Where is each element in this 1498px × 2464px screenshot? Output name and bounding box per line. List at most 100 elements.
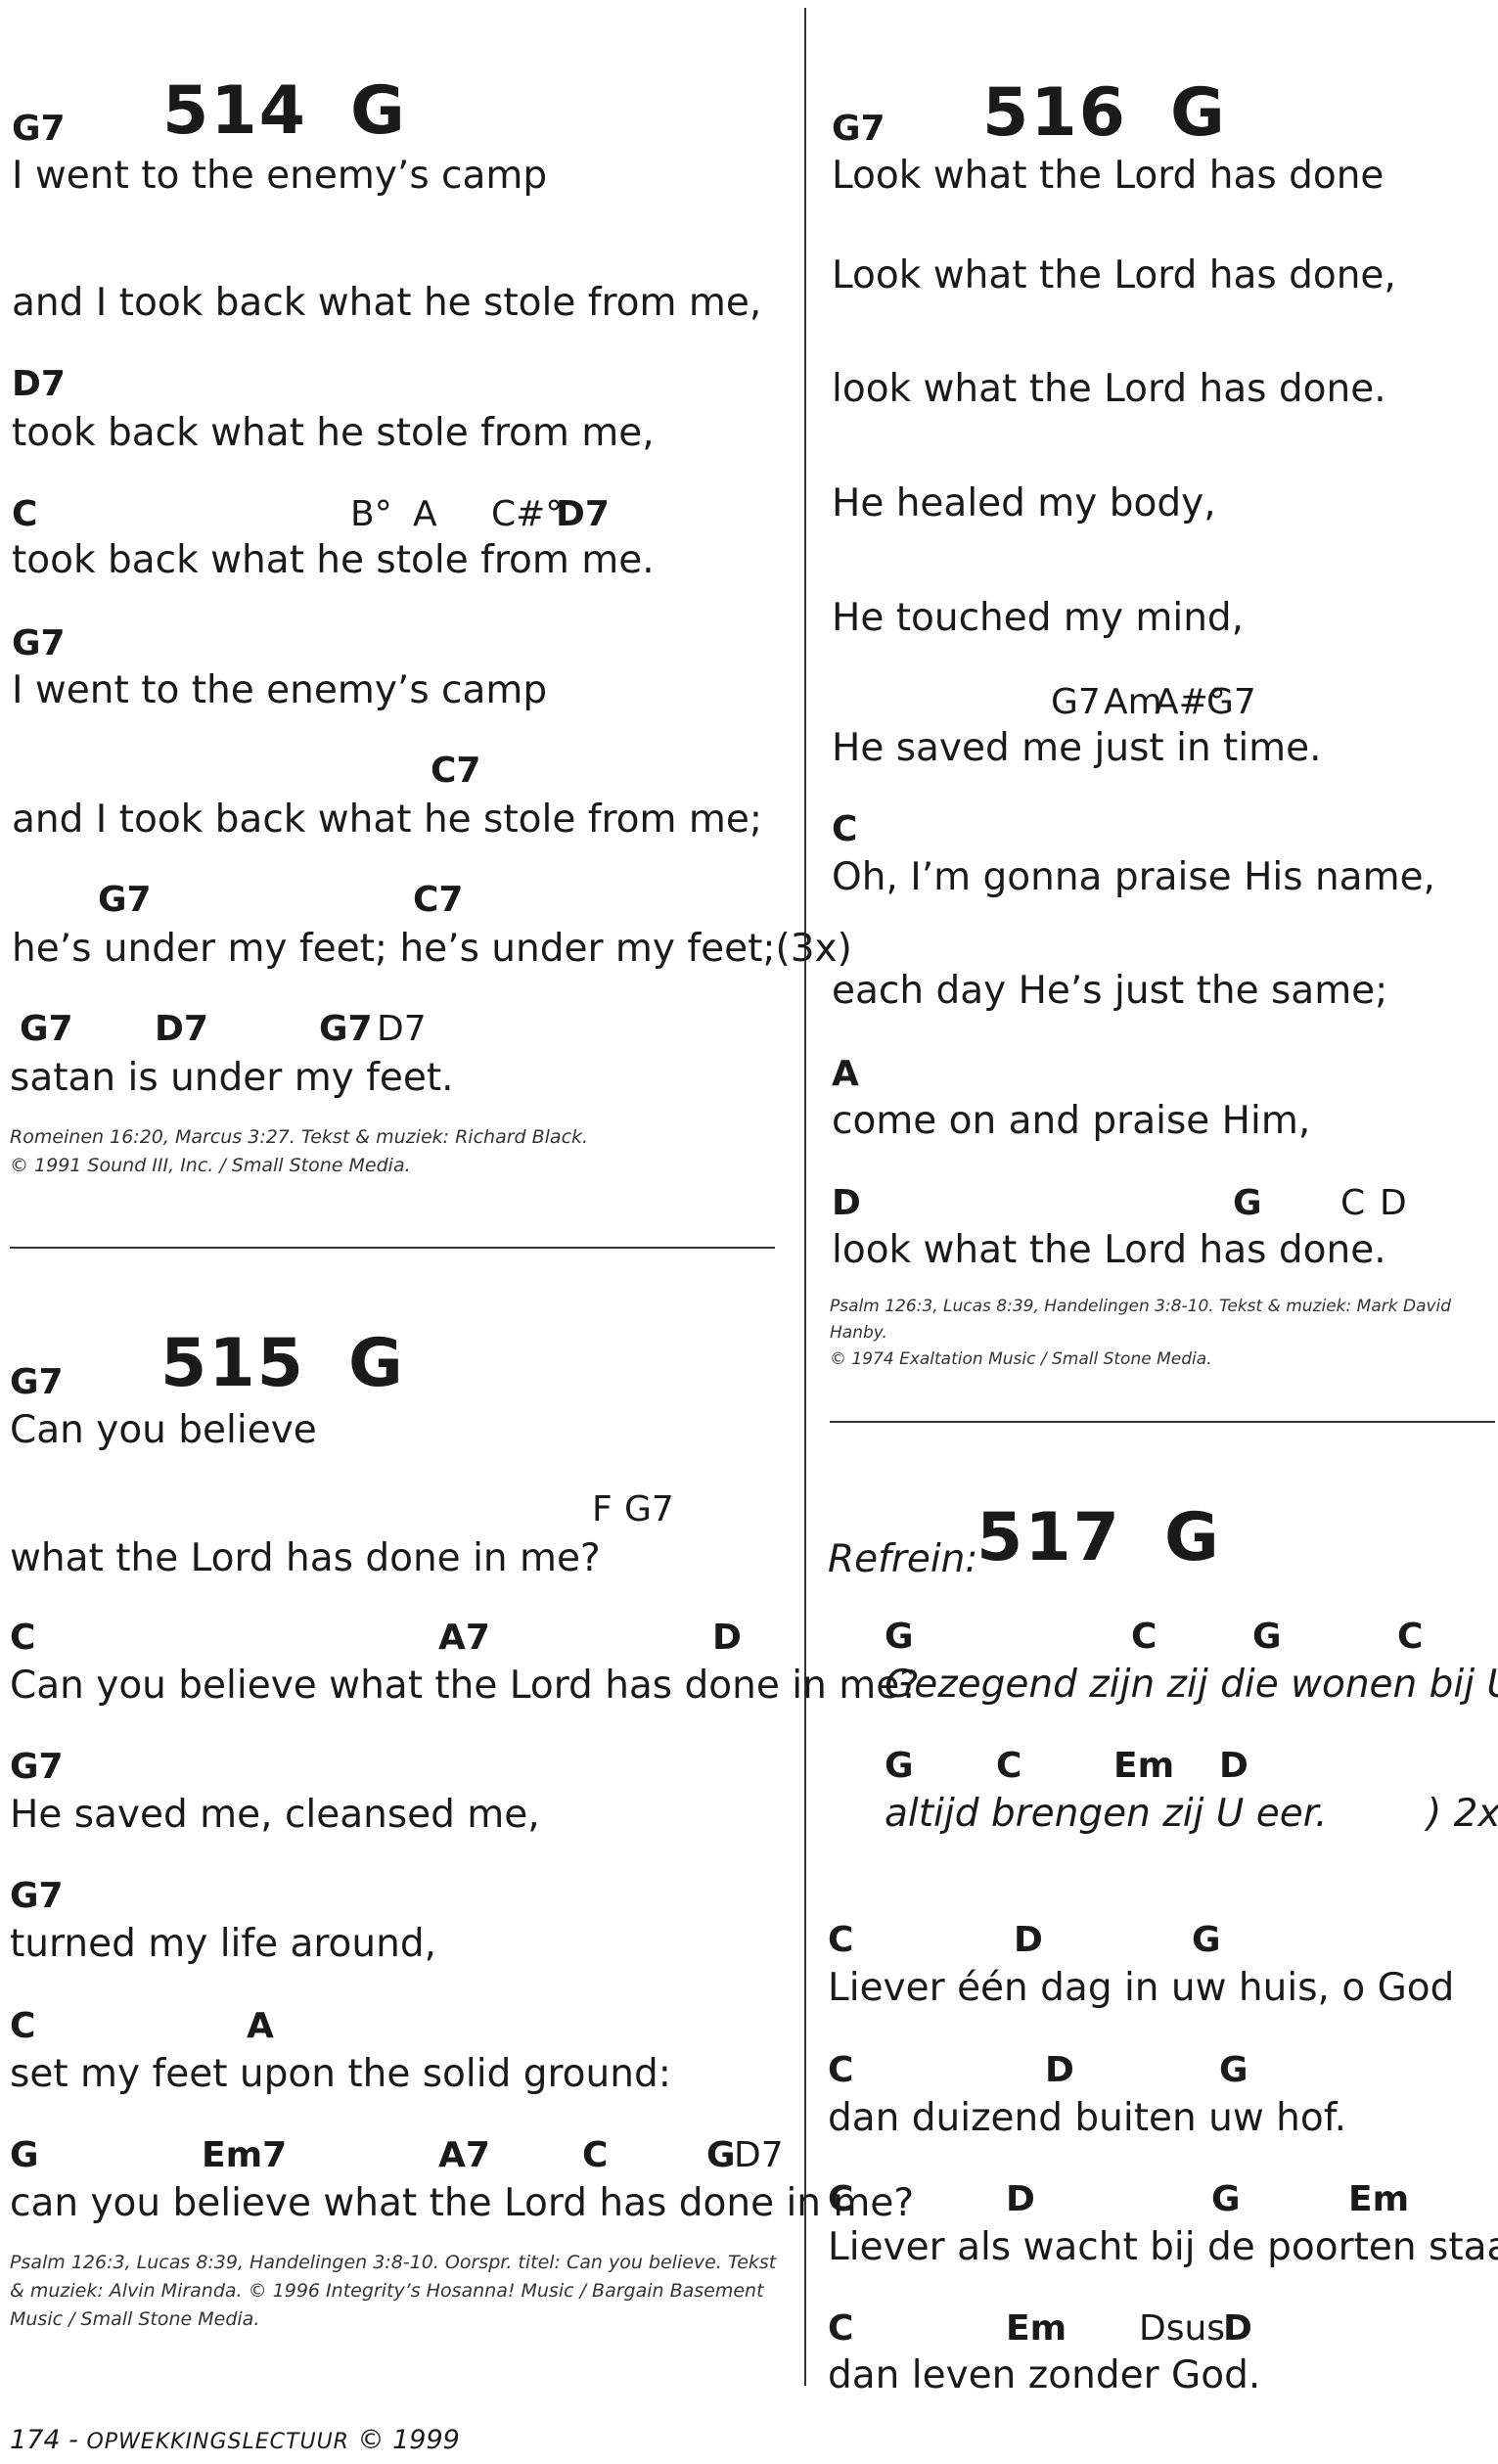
lyric-line: took back what he stole from me,: [12, 411, 655, 455]
lyric-line: Look what the Lord has done,: [832, 253, 1396, 297]
chord: G7: [624, 1489, 674, 1529]
lyric-line: Gezegend zijn zij die wonen bij U; ): [885, 1663, 1498, 1707]
lyric-line: Liever één dag in uw huis, o God: [828, 1966, 1455, 2010]
lyric-line: set my feet upon the solid ground:: [10, 2052, 671, 2096]
chord: G: [885, 1746, 914, 1786]
chord: G7: [12, 623, 66, 663]
chord: D7: [734, 2135, 784, 2175]
song-number: 515: [160, 1325, 305, 1402]
chord: D: [1223, 2308, 1252, 2349]
song-number: 514: [162, 72, 307, 150]
credit-line: Romeinen 16:20, Marcus 3:27. Tekst & muz…: [10, 1126, 589, 1148]
chord: D7: [12, 364, 66, 404]
chord: G7: [12, 109, 66, 149]
lyric-line: each day He’s just the same;: [832, 969, 1388, 1013]
chord: C: [1397, 1617, 1424, 1657]
song-key: G: [348, 1325, 405, 1402]
chord: Dsus: [1139, 2308, 1226, 2349]
chord: C: [828, 2308, 854, 2349]
chord: G7: [10, 1747, 64, 1787]
chord: G7: [1051, 682, 1101, 722]
lyric-line: dan leven zonder God.: [828, 2353, 1261, 2397]
song-credit: Romeinen 16:20, Marcus 3:27. Tekst & muz…: [10, 1123, 773, 1180]
chord: D: [1380, 1183, 1407, 1223]
footer-copyright: © 1999: [348, 2425, 460, 2455]
chord: G: [885, 1617, 914, 1657]
lyric-line: and I took back what he stole from me,: [12, 281, 762, 325]
chord: C: [10, 1618, 36, 1658]
chord: Em: [1348, 2179, 1410, 2219]
chord: D: [1045, 2050, 1074, 2090]
chord: D: [1014, 1920, 1043, 1960]
song-key: G: [1170, 74, 1227, 152]
chord: D: [832, 1183, 861, 1223]
lyric-line: altijd brengen zij U eer.: [885, 1792, 1328, 1836]
song-number: 517: [976, 1499, 1121, 1576]
chord: A: [413, 494, 437, 534]
chord: G7: [832, 109, 885, 149]
chord: C: [828, 2050, 854, 2090]
chord: G7: [319, 1009, 373, 1049]
chord: D: [712, 1618, 742, 1658]
chord: Am: [1104, 682, 1162, 722]
lyric-line: he’s under my feet; he’s under my feet;(…: [12, 927, 852, 971]
chord: C: [996, 1746, 1022, 1786]
lyric-line: Can you believe what the Lord has done i…: [10, 1664, 920, 1708]
song-credit: Psalm 126:3, Lucas 8:39, Handelingen 3:8…: [830, 1294, 1495, 1373]
chord: C7: [413, 880, 464, 920]
lyric-line: Look what the Lord has done: [832, 154, 1385, 198]
chord: C: [828, 2179, 854, 2219]
lyric-line: satan is under my feet.: [10, 1056, 454, 1100]
chord: G7: [20, 1009, 73, 1049]
lyric-line: and I took back what he stole from me;: [12, 798, 763, 842]
chord: A7: [438, 1618, 490, 1658]
chord: Em7: [202, 2135, 288, 2175]
refrain-label: Refrein:: [828, 1537, 978, 1581]
left-column: 514 G G7 I went to the enemy’s camp and I…: [0, 0, 920, 2464]
lyric-line: what the Lord has done in me?: [10, 1536, 601, 1580]
lyric-line: dan duizend buiten uw hof.: [828, 2096, 1347, 2140]
lyric-line: He touched my mind,: [832, 596, 1245, 640]
chord: C: [828, 1920, 854, 1960]
lyric-line: Oh, I’m gonna praise His name,: [832, 855, 1435, 899]
chord: A: [832, 1054, 859, 1094]
footer-separator: -: [60, 2425, 87, 2455]
page-footer: 174 - OPWEKKINGSLECTUUR © 1999: [10, 2425, 460, 2455]
song-key: G: [350, 72, 407, 150]
lyric-line: took back what he stole from me.: [12, 538, 655, 582]
chord: G: [1252, 1617, 1282, 1657]
chord: G: [1233, 1183, 1262, 1223]
lyric-line: come on and praise Him,: [832, 1099, 1311, 1143]
chord: G: [706, 2135, 736, 2175]
section-divider: [10, 1247, 775, 1249]
chord: D: [1219, 1746, 1248, 1786]
credit-line: © 1974 Exaltation Music / Small Stone Me…: [830, 1349, 1212, 1369]
chord: D7: [155, 1009, 208, 1049]
chord: C: [10, 2006, 36, 2046]
lyric-line: look what the Lord has done.: [832, 367, 1386, 411]
chord: Em: [1113, 1746, 1175, 1786]
lyric-line: can you believe what the Lord has done i…: [10, 2181, 915, 2225]
song-key: G: [1164, 1499, 1221, 1576]
credit-line: Psalm 126:3, Lucas 8:39, Handelingen 3:8…: [830, 1297, 1452, 1343]
repeat-marker: ) 2x: [1427, 1792, 1498, 1836]
chord: D: [1006, 2179, 1035, 2219]
chord: G7: [1206, 682, 1256, 722]
song-credit: Psalm 126:3, Lucas 8:39, Handelingen 3:8…: [10, 2252, 777, 2330]
lyric-line: He healed my body,: [832, 481, 1216, 525]
chord: C: [1340, 1183, 1366, 1223]
lyric-line: I went to the enemy’s camp: [12, 668, 548, 712]
chord: C: [1131, 1617, 1158, 1657]
chord: C: [12, 494, 38, 534]
chord: G7: [98, 880, 152, 920]
lyric-line: look what the Lord has done.: [832, 1228, 1386, 1272]
song-number: 516: [982, 74, 1127, 152]
lyric-line: Liever als wacht bij de poorten staan: [828, 2225, 1498, 2269]
chord: D7: [377, 1009, 427, 1049]
chord: C7: [431, 751, 481, 791]
chord: A: [247, 2006, 274, 2046]
credit-line: © 1991 Sound III, Inc. / Small Stone Med…: [10, 1155, 411, 1176]
chord: C: [582, 2135, 609, 2175]
chord: D7: [556, 494, 610, 534]
lyric-line: Can you believe: [10, 1408, 317, 1452]
